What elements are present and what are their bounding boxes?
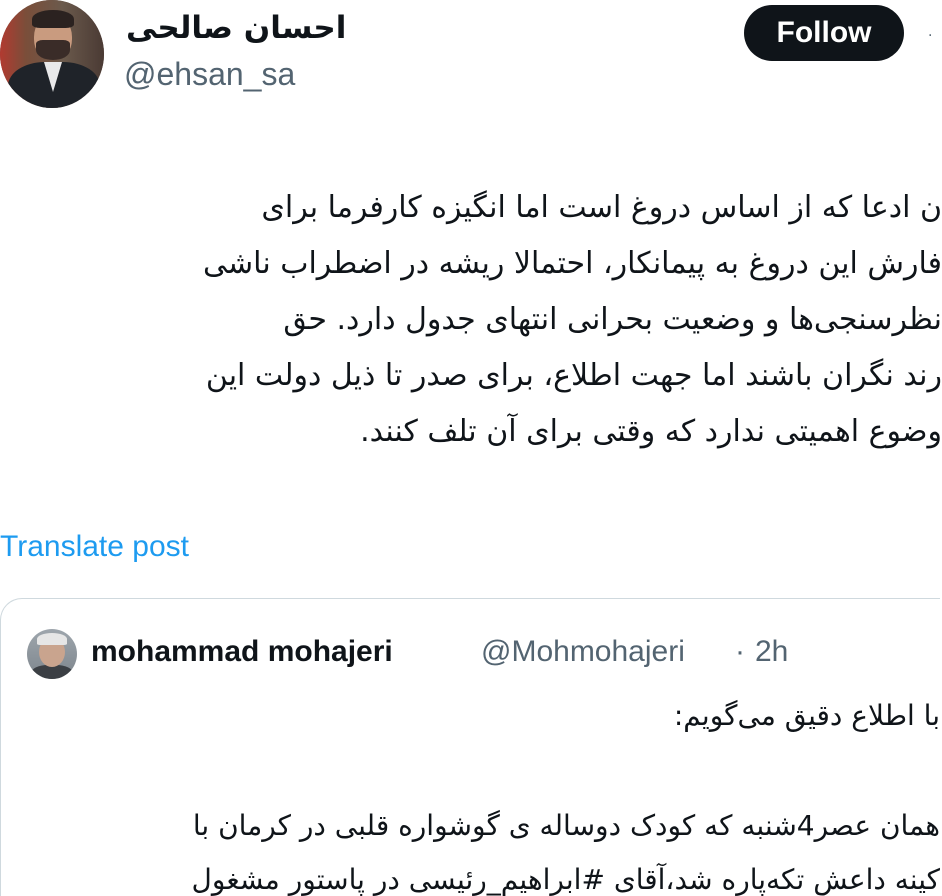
quoted-text-line: کینه داعش تکه‌پاره شد،آقای #ابراهیم_رئیس… <box>191 863 940 896</box>
tweet-text-line: وضوع اهمیتی ندارد که وقتی برای آن تلف کن… <box>360 414 942 449</box>
quoted-text-line: همان عصر4شنبه که کودک دوساله ی گوشواره ق… <box>192 809 940 842</box>
translate-post-link[interactable]: Translate post <box>0 530 189 564</box>
author-handle[interactable]: @ehsan_sa <box>124 56 295 93</box>
meta-separator: · <box>735 635 745 668</box>
tweet-view: احسان صالحی @ehsan_sa Follow · · · ن ادع… <box>0 0 942 896</box>
quoted-author-avatar[interactable] <box>27 629 77 679</box>
quoted-timestamp[interactable]: 2h <box>755 635 788 669</box>
quoted-author-handle[interactable]: @Mohmohajeri <box>481 635 685 669</box>
more-options-icon[interactable]: · · · <box>928 28 942 44</box>
author-display-name[interactable]: احسان صالحی <box>126 10 346 46</box>
tweet-text: ن ادعا که از اساس دروغ است اما انگیزه کا… <box>0 180 942 460</box>
author-avatar[interactable] <box>0 0 104 108</box>
quoted-author-name[interactable]: mohammad mohajeri <box>91 635 393 669</box>
tweet-text-line: فارش این دروغ به پیمانکار، احتمالا ریشه … <box>203 246 942 281</box>
quoted-text-line: با اطلاع دقیق می‌گویم: <box>673 699 940 732</box>
quoted-tweet-text: با اطلاع دقیق می‌گویم: همان عصر4شنبه که … <box>1 689 940 896</box>
tweet-text-line: نظرسنجی‌ها و وضعیت بحرانی انتهای جدول دا… <box>283 302 942 337</box>
quoted-tweet-card[interactable]: mohammad mohajeri @Mohmohajeri · 2h با ا… <box>0 598 940 896</box>
follow-button[interactable]: Follow <box>744 5 904 61</box>
tweet-text-line: ن ادعا که از اساس دروغ است اما انگیزه کا… <box>261 190 942 225</box>
tweet-text-line: رند نگران باشند اما جهت اطلاع، برای صدر … <box>205 358 942 393</box>
